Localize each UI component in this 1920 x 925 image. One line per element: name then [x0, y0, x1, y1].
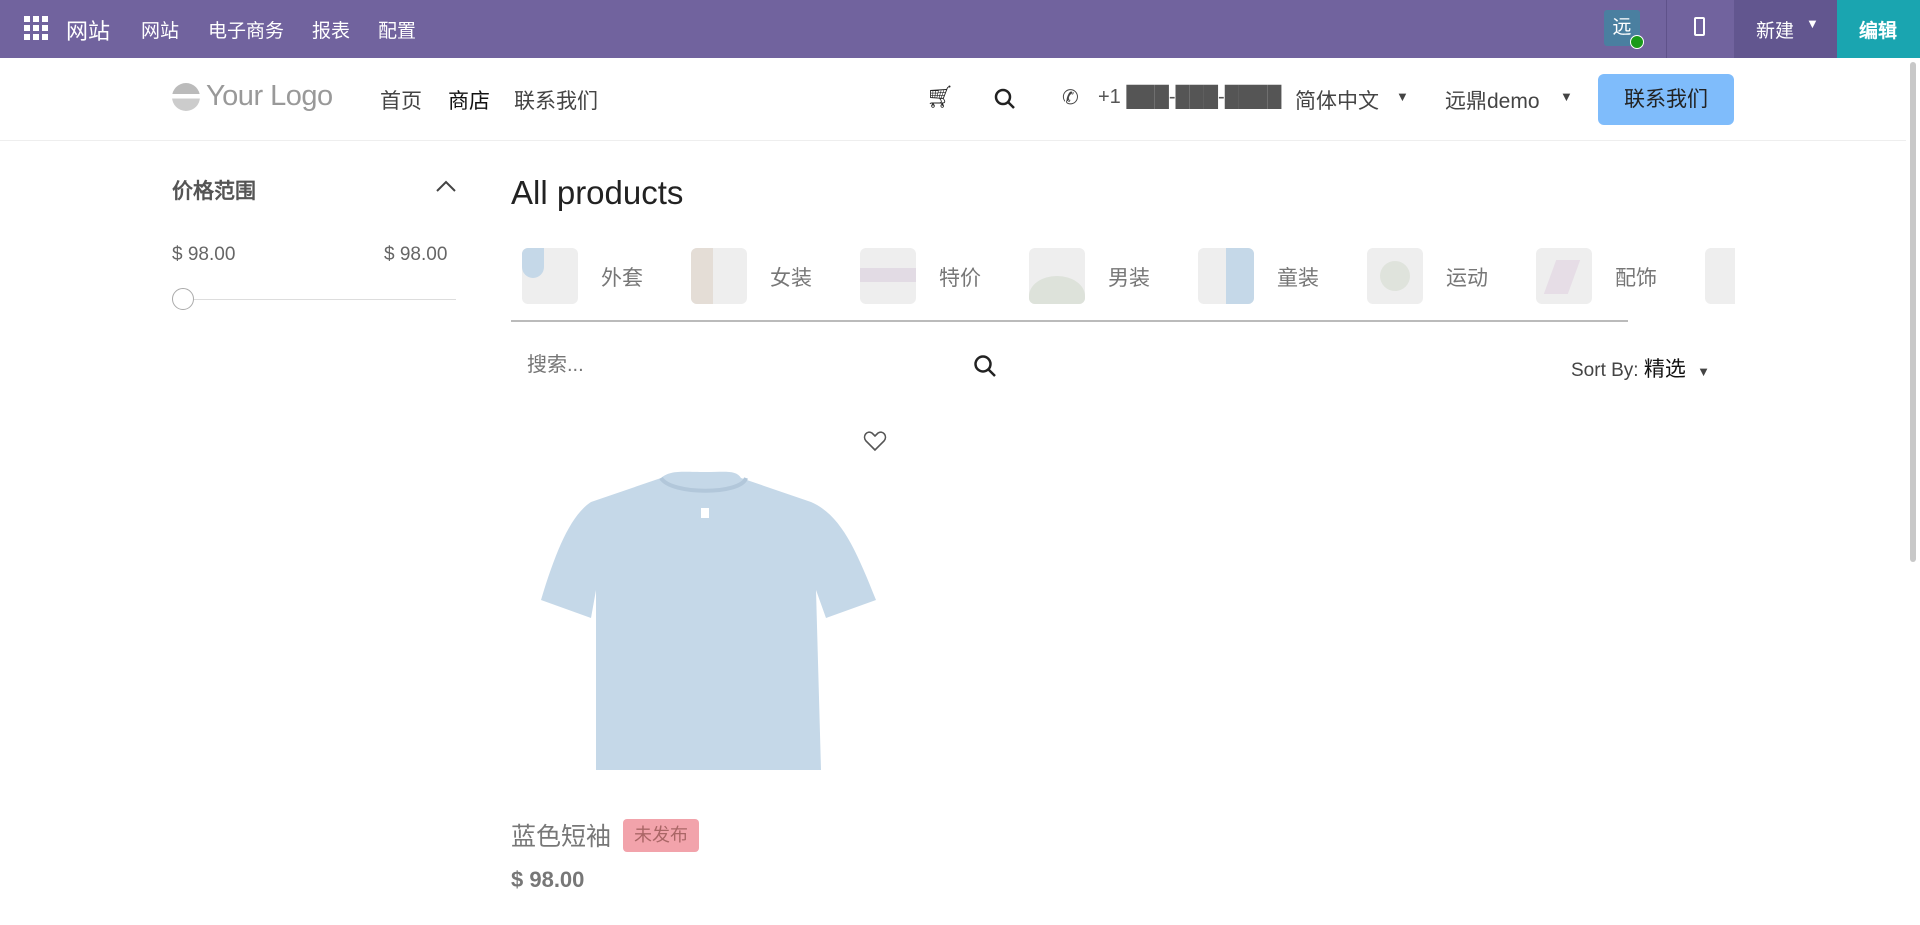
app-title: 网站	[66, 19, 111, 44]
apps-menu-icon[interactable]	[24, 16, 48, 40]
category-image	[1705, 248, 1735, 304]
category-item[interactable]: 男装	[1018, 248, 1183, 304]
category-image	[1367, 248, 1423, 304]
logo-icon	[172, 83, 200, 111]
category-item[interactable]: 运动	[1356, 248, 1521, 304]
user-avatar[interactable]: 远	[1604, 10, 1644, 49]
price-slider-handle[interactable]	[172, 288, 194, 310]
category-label: 配饰	[1615, 267, 1657, 290]
nav-home[interactable]: 首页	[380, 85, 422, 115]
category-image	[522, 248, 578, 304]
mobile-preview-button[interactable]	[1666, 0, 1734, 58]
new-label: 新建	[1756, 21, 1795, 42]
language-caret-icon: ▼	[1396, 89, 1409, 104]
menu-ecommerce[interactable]: 电子商务	[208, 16, 284, 43]
mobile-icon	[1694, 17, 1705, 36]
edit-button[interactable]: 编辑	[1837, 0, 1920, 58]
product-image-tshirt[interactable]	[511, 440, 891, 790]
cart-icon[interactable]: 🛒︎	[926, 84, 954, 110]
page-scrollbar[interactable]	[1910, 62, 1916, 562]
category-item[interactable]: 配饰	[1525, 248, 1690, 304]
category-item[interactable]: 外套	[511, 248, 676, 304]
sort-caret-icon: ▼	[1697, 364, 1711, 379]
category-item[interactable]: 特价	[849, 248, 1014, 304]
product-price: $ 98.00	[511, 867, 585, 892]
page-title: All products	[511, 174, 684, 211]
new-button[interactable]: 新建 ▼	[1734, 0, 1837, 58]
category-divider	[511, 320, 1628, 322]
category-image	[1029, 248, 1085, 304]
product-card[interactable]	[511, 420, 891, 790]
category-label: 童装	[1277, 267, 1319, 290]
nav-shop[interactable]: 商店	[448, 85, 490, 115]
menu-reports[interactable]: 报表	[312, 16, 350, 43]
phone-number[interactable]: +1 ███-███-████	[1098, 86, 1281, 109]
price-range-title: 价格范围	[172, 180, 256, 203]
site-header: Your Logo 首页 商店 联系我们 🛒︎ ✆ +1 ███-███-███…	[0, 58, 1906, 141]
caret-down-icon: ▼	[1806, 16, 1819, 31]
category-image	[1198, 248, 1254, 304]
chevron-up-icon[interactable]	[434, 178, 458, 194]
avatar-initial: 远	[1612, 17, 1632, 38]
edit-label: 编辑	[1859, 21, 1898, 42]
contact-us-button[interactable]: 联系我们	[1598, 74, 1734, 125]
sort-label: Sort By:	[1571, 360, 1639, 381]
category-image	[860, 248, 916, 304]
category-label: 女装	[770, 267, 812, 290]
user-menu[interactable]: 远鼎demo	[1445, 85, 1540, 115]
product-name[interactable]: 蓝色短袖	[511, 817, 611, 853]
category-carousel: 外套 女装 特价 男装 童装 运动 配饰	[511, 230, 1735, 320]
category-item-partial[interactable]	[1694, 248, 1735, 304]
top-admin-bar: 网站 网站 电子商务 报表 配置 远 新建 ▼ 编辑	[0, 0, 1920, 58]
category-label: 男装	[1108, 267, 1150, 290]
price-max: $ 98.00	[384, 244, 448, 265]
category-label: 外套	[601, 267, 643, 290]
nav-contact[interactable]: 联系我们	[514, 85, 598, 115]
search-submit-icon[interactable]	[973, 354, 997, 378]
search-icon[interactable]	[994, 88, 1016, 110]
language-selector[interactable]: 简体中文	[1295, 85, 1379, 115]
user-caret-icon: ▼	[1560, 89, 1573, 104]
category-label: 特价	[939, 267, 981, 290]
sort-value: 精选	[1643, 358, 1686, 381]
menu-config[interactable]: 配置	[378, 16, 416, 43]
category-item[interactable]: 女装	[680, 248, 845, 304]
category-item[interactable]: 童装	[1187, 248, 1352, 304]
menu-website[interactable]: 网站	[141, 16, 179, 43]
online-status-icon	[1630, 35, 1644, 49]
price-slider-track[interactable]	[172, 299, 456, 300]
unpublished-badge: 未发布	[623, 819, 699, 852]
category-image	[1536, 248, 1592, 304]
price-min: $ 98.00	[172, 244, 236, 265]
site-logo[interactable]: Your Logo	[206, 80, 333, 113]
wishlist-heart-icon[interactable]	[863, 430, 887, 452]
product-search-input[interactable]	[511, 345, 1001, 385]
sort-dropdown[interactable]: Sort By: 精选 ▼	[1571, 353, 1710, 383]
phone-icon: ✆	[1062, 87, 1079, 109]
category-image	[691, 248, 747, 304]
category-label: 运动	[1446, 267, 1488, 290]
